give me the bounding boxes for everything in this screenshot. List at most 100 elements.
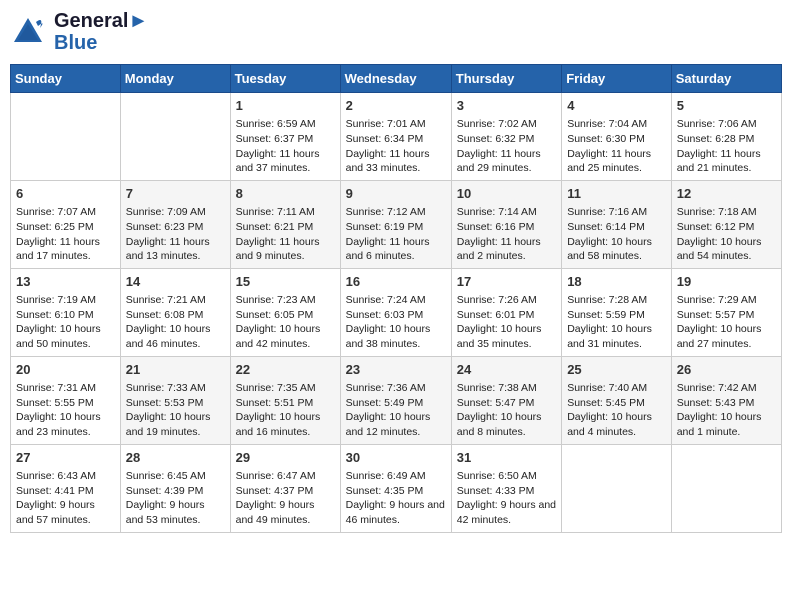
- calendar-week-row: 13 Sunrise: 7:19 AM Sunset: 6:10 PM Dayli…: [11, 268, 782, 356]
- day-number: 17: [457, 273, 556, 291]
- day-info: Sunrise: 6:49 AM Sunset: 4:35 PM Dayligh…: [346, 469, 446, 528]
- day-number: 24: [457, 361, 556, 379]
- day-info: Sunrise: 7:36 AM Sunset: 5:49 PM Dayligh…: [346, 381, 446, 440]
- calendar-cell: 20 Sunrise: 7:31 AM Sunset: 5:55 PM Dayli…: [11, 356, 121, 444]
- day-info: Sunrise: 7:07 AM Sunset: 6:25 PM Dayligh…: [16, 205, 115, 264]
- day-number: 25: [567, 361, 666, 379]
- day-number: 6: [16, 185, 115, 203]
- calendar-cell: 27 Sunrise: 6:43 AM Sunset: 4:41 PM Dayli…: [11, 444, 121, 532]
- calendar-cell: 7 Sunrise: 7:09 AM Sunset: 6:23 PM Daylig…: [120, 180, 230, 268]
- day-number: 5: [677, 97, 776, 115]
- day-info: Sunrise: 7:06 AM Sunset: 6:28 PM Dayligh…: [677, 117, 776, 176]
- calendar-cell: 21 Sunrise: 7:33 AM Sunset: 5:53 PM Dayli…: [120, 356, 230, 444]
- calendar-header-row: SundayMondayTuesdayWednesdayThursdayFrid…: [11, 65, 782, 93]
- calendar-cell: 29 Sunrise: 6:47 AM Sunset: 4:37 PM Dayli…: [230, 444, 340, 532]
- day-info: Sunrise: 7:23 AM Sunset: 6:05 PM Dayligh…: [236, 293, 335, 352]
- day-number: 19: [677, 273, 776, 291]
- column-header-friday: Friday: [562, 65, 672, 93]
- calendar-cell: 30 Sunrise: 6:49 AM Sunset: 4:35 PM Dayli…: [340, 444, 451, 532]
- day-number: 3: [457, 97, 556, 115]
- calendar-cell: [11, 93, 121, 181]
- calendar-cell: 10Sunrise: 7:14 AM Sunset: 6:16 PM Dayli…: [451, 180, 561, 268]
- day-number: 2: [346, 97, 446, 115]
- day-number: 9: [346, 185, 446, 203]
- day-info: Sunrise: 7:09 AM Sunset: 6:23 PM Dayligh…: [126, 205, 225, 264]
- calendar-cell: 6 Sunrise: 7:07 AM Sunset: 6:25 PM Daylig…: [11, 180, 121, 268]
- calendar-cell: 15 Sunrise: 7:23 AM Sunset: 6:05 PM Dayli…: [230, 268, 340, 356]
- day-info: Sunrise: 7:38 AM Sunset: 5:47 PM Dayligh…: [457, 381, 556, 440]
- calendar-cell: 31 Sunrise: 6:50 AM Sunset: 4:33 PM Dayli…: [451, 444, 561, 532]
- day-number: 27: [16, 449, 115, 467]
- calendar-cell: [120, 93, 230, 181]
- day-number: 7: [126, 185, 225, 203]
- calendar-cell: 22Sunrise: 7:35 AM Sunset: 5:51 PM Dayli…: [230, 356, 340, 444]
- day-info: Sunrise: 7:19 AM Sunset: 6:10 PM Dayligh…: [16, 293, 115, 352]
- day-number: 14: [126, 273, 225, 291]
- day-number: 12: [677, 185, 776, 203]
- calendar-cell: 25Sunrise: 7:40 AM Sunset: 5:45 PM Dayli…: [562, 356, 672, 444]
- calendar-cell: 18Sunrise: 7:28 AM Sunset: 5:59 PM Dayli…: [562, 268, 672, 356]
- day-info: Sunrise: 6:47 AM Sunset: 4:37 PM Dayligh…: [236, 469, 335, 528]
- calendar-cell: [671, 444, 781, 532]
- column-header-wednesday: Wednesday: [340, 65, 451, 93]
- day-number: 23: [346, 361, 446, 379]
- day-number: 13: [16, 273, 115, 291]
- logo-blue-text: Blue: [54, 32, 148, 54]
- calendar-cell: 23 Sunrise: 7:36 AM Sunset: 5:49 PM Dayli…: [340, 356, 451, 444]
- calendar-cell: 19Sunrise: 7:29 AM Sunset: 5:57 PM Dayli…: [671, 268, 781, 356]
- column-header-sunday: Sunday: [11, 65, 121, 93]
- calendar-cell: 14 Sunrise: 7:21 AM Sunset: 6:08 PM Dayli…: [120, 268, 230, 356]
- day-info: Sunrise: 6:43 AM Sunset: 4:41 PM Dayligh…: [16, 469, 115, 528]
- page-header: General► Blue: [10, 10, 782, 54]
- day-number: 31: [457, 449, 556, 467]
- calendar-week-row: 20 Sunrise: 7:31 AM Sunset: 5:55 PM Dayli…: [11, 356, 782, 444]
- day-number: 29: [236, 449, 335, 467]
- day-info: Sunrise: 7:28 AM Sunset: 5:59 PM Dayligh…: [567, 293, 666, 352]
- day-info: Sunrise: 7:04 AM Sunset: 6:30 PM Dayligh…: [567, 117, 666, 176]
- day-info: Sunrise: 7:16 AM Sunset: 6:14 PM Dayligh…: [567, 205, 666, 264]
- day-number: 1: [236, 97, 335, 115]
- calendar-cell: 13 Sunrise: 7:19 AM Sunset: 6:10 PM Dayli…: [11, 268, 121, 356]
- day-number: 22: [236, 361, 335, 379]
- day-number: 8: [236, 185, 335, 203]
- calendar-cell: 24 Sunrise: 7:38 AM Sunset: 5:47 PM Dayli…: [451, 356, 561, 444]
- day-info: Sunrise: 7:31 AM Sunset: 5:55 PM Dayligh…: [16, 381, 115, 440]
- calendar-cell: 17 Sunrise: 7:26 AM Sunset: 6:01 PM Dayli…: [451, 268, 561, 356]
- calendar-cell: 26Sunrise: 7:42 AM Sunset: 5:43 PM Dayli…: [671, 356, 781, 444]
- day-number: 30: [346, 449, 446, 467]
- logo-text-block: General► Blue: [54, 10, 148, 54]
- day-number: 4: [567, 97, 666, 115]
- day-info: Sunrise: 6:45 AM Sunset: 4:39 PM Dayligh…: [126, 469, 225, 528]
- calendar-cell: 28 Sunrise: 6:45 AM Sunset: 4:39 PM Dayli…: [120, 444, 230, 532]
- day-number: 15: [236, 273, 335, 291]
- logo-blue-inline: ►: [128, 10, 148, 32]
- column-header-saturday: Saturday: [671, 65, 781, 93]
- column-header-thursday: Thursday: [451, 65, 561, 93]
- day-info: Sunrise: 7:26 AM Sunset: 6:01 PM Dayligh…: [457, 293, 556, 352]
- calendar-cell: 5 Sunrise: 7:06 AM Sunset: 6:28 PM Daylig…: [671, 93, 781, 181]
- day-number: 21: [126, 361, 225, 379]
- day-info: Sunrise: 7:33 AM Sunset: 5:53 PM Dayligh…: [126, 381, 225, 440]
- day-info: Sunrise: 7:21 AM Sunset: 6:08 PM Dayligh…: [126, 293, 225, 352]
- day-info: Sunrise: 7:02 AM Sunset: 6:32 PM Dayligh…: [457, 117, 556, 176]
- calendar-table: SundayMondayTuesdayWednesdayThursdayFrid…: [10, 64, 782, 533]
- calendar-cell: 2Sunrise: 7:01 AM Sunset: 6:34 PM Daylig…: [340, 93, 451, 181]
- day-info: Sunrise: 7:18 AM Sunset: 6:12 PM Dayligh…: [677, 205, 776, 264]
- calendar-cell: 11Sunrise: 7:16 AM Sunset: 6:14 PM Dayli…: [562, 180, 672, 268]
- calendar-cell: [562, 444, 672, 532]
- day-number: 20: [16, 361, 115, 379]
- calendar-cell: 3 Sunrise: 7:02 AM Sunset: 6:32 PM Daylig…: [451, 93, 561, 181]
- calendar-cell: 1 Sunrise: 6:59 AM Sunset: 6:37 PM Daylig…: [230, 93, 340, 181]
- column-header-tuesday: Tuesday: [230, 65, 340, 93]
- calendar-week-row: 6 Sunrise: 7:07 AM Sunset: 6:25 PM Daylig…: [11, 180, 782, 268]
- calendar-cell: 12 Sunrise: 7:18 AM Sunset: 6:12 PM Dayli…: [671, 180, 781, 268]
- logo-icon: [10, 14, 46, 50]
- day-info: Sunrise: 7:42 AM Sunset: 5:43 PM Dayligh…: [677, 381, 776, 440]
- day-info: Sunrise: 6:59 AM Sunset: 6:37 PM Dayligh…: [236, 117, 335, 176]
- day-info: Sunrise: 6:50 AM Sunset: 4:33 PM Dayligh…: [457, 469, 556, 528]
- day-info: Sunrise: 7:24 AM Sunset: 6:03 PM Dayligh…: [346, 293, 446, 352]
- calendar-cell: 9Sunrise: 7:12 AM Sunset: 6:19 PM Daylig…: [340, 180, 451, 268]
- logo: General► Blue: [10, 10, 148, 54]
- day-number: 28: [126, 449, 225, 467]
- calendar-week-row: 27 Sunrise: 6:43 AM Sunset: 4:41 PM Dayli…: [11, 444, 782, 532]
